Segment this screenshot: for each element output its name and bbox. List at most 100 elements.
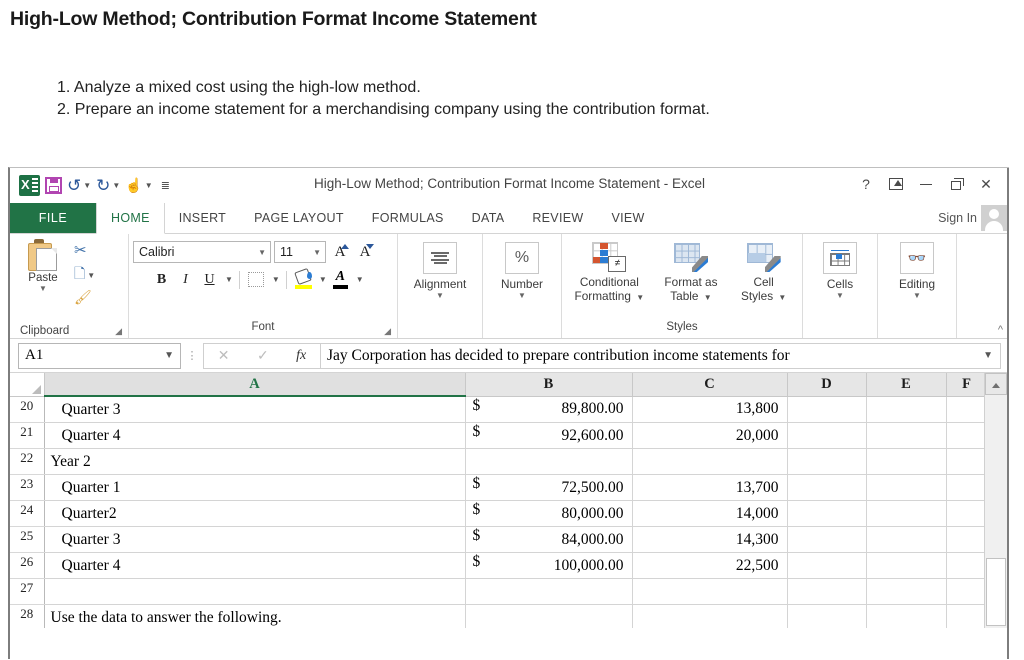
- avatar[interactable]: [981, 205, 1007, 231]
- cell-e23[interactable]: [866, 474, 947, 501]
- cell-e25[interactable]: [866, 526, 947, 553]
- tab-home[interactable]: HOME: [96, 203, 165, 234]
- row-header-28[interactable]: 28: [10, 604, 45, 628]
- row-header-25[interactable]: 25: [10, 526, 45, 553]
- cell-e24[interactable]: [866, 500, 947, 527]
- name-box[interactable]: A1 ▼: [18, 342, 181, 369]
- cell-e28[interactable]: [866, 604, 947, 628]
- borders-dropdown-icon[interactable]: ▼: [272, 271, 280, 288]
- formula-input[interactable]: Jay Corporation has decided to prepare c…: [321, 342, 1001, 369]
- cell-a22[interactable]: Year 2: [44, 448, 466, 475]
- cell-b28[interactable]: [465, 604, 633, 628]
- cell-d27[interactable]: [787, 578, 867, 605]
- sign-in-area[interactable]: Sign In: [938, 203, 1009, 233]
- row-header-27[interactable]: 27: [10, 578, 45, 605]
- minimize-icon[interactable]: [911, 173, 941, 195]
- cell-f22[interactable]: [946, 448, 988, 475]
- ribbon-display-options-icon[interactable]: [881, 173, 911, 195]
- cell-f23[interactable]: [946, 474, 988, 501]
- tab-formulas[interactable]: FORMULAS: [358, 203, 458, 233]
- number-button[interactable]: % Number ▼: [487, 236, 557, 300]
- cell-a25[interactable]: Quarter 3: [44, 526, 466, 553]
- paste-dropdown-icon[interactable]: ▼: [39, 284, 47, 293]
- cell-c24[interactable]: 14,000: [632, 500, 788, 527]
- copy-button[interactable]: 🗋 ▼: [74, 265, 95, 284]
- cell-e20[interactable]: [866, 396, 947, 423]
- cell-styles-button[interactable]: Cell Styles ▼: [732, 236, 796, 306]
- cell-b27[interactable]: [465, 578, 633, 605]
- alignment-dropdown-icon[interactable]: ▼: [436, 291, 444, 300]
- cell-d22[interactable]: [787, 448, 867, 475]
- font-color-button[interactable]: A: [330, 269, 351, 290]
- fill-color-dropdown-icon[interactable]: ▼: [319, 271, 327, 288]
- cell-f27[interactable]: [946, 578, 988, 605]
- cell-a20[interactable]: Quarter 3: [44, 396, 466, 423]
- underline-dropdown-icon[interactable]: ▼: [225, 271, 233, 288]
- editing-button[interactable]: 👓 Editing ▼: [886, 236, 948, 300]
- tab-page-layout[interactable]: PAGE LAYOUT: [240, 203, 358, 233]
- cell-f25[interactable]: [946, 526, 988, 553]
- format-as-table-dropdown-icon[interactable]: ▼: [704, 293, 712, 302]
- cell-b24[interactable]: $80,000.00: [465, 500, 633, 527]
- restore-icon[interactable]: [941, 173, 971, 195]
- cell-a26[interactable]: Quarter 4: [44, 552, 466, 579]
- scrollbar-thumb[interactable]: [986, 558, 1006, 626]
- cell-a24[interactable]: Quarter2: [44, 500, 466, 527]
- column-header-d[interactable]: D: [786, 373, 867, 397]
- cell-f28[interactable]: [946, 604, 988, 628]
- cell-c26[interactable]: 22,500: [632, 552, 788, 579]
- close-icon[interactable]: ✕: [971, 173, 1001, 195]
- cell-d23[interactable]: [787, 474, 867, 501]
- number-dropdown-icon[interactable]: ▼: [518, 291, 526, 300]
- row-header-20[interactable]: 20: [10, 396, 45, 423]
- format-as-table-button[interactable]: Format as Table ▼: [655, 236, 727, 306]
- cell-c28[interactable]: [632, 604, 788, 628]
- cell-styles-dropdown-icon[interactable]: ▼: [778, 293, 786, 302]
- cell-d24[interactable]: [787, 500, 867, 527]
- expand-formula-bar-icon[interactable]: ▼: [983, 350, 993, 361]
- cell-b21[interactable]: $92,600.00: [465, 422, 633, 449]
- italic-button[interactable]: I: [175, 269, 196, 290]
- cell-c23[interactable]: 13,700: [632, 474, 788, 501]
- cell-c27[interactable]: [632, 578, 788, 605]
- cell-b26[interactable]: $100,000.00: [465, 552, 633, 579]
- tab-file[interactable]: FILE: [10, 203, 96, 233]
- tab-insert[interactable]: INSERT: [165, 203, 240, 233]
- cell-d28[interactable]: [787, 604, 867, 628]
- decrease-font-size-button[interactable]: A: [354, 241, 376, 263]
- tab-data[interactable]: DATA: [458, 203, 519, 233]
- row-header-26[interactable]: 26: [10, 552, 45, 579]
- vertical-scrollbar[interactable]: [984, 373, 1007, 628]
- collapse-ribbon-icon[interactable]: ^: [998, 324, 1003, 336]
- font-color-dropdown-icon[interactable]: ▼: [356, 271, 364, 288]
- cell-f24[interactable]: [946, 500, 988, 527]
- alignment-button[interactable]: Alignment ▼: [405, 236, 475, 300]
- select-all-button[interactable]: [10, 373, 45, 397]
- underline-button[interactable]: U: [199, 269, 220, 290]
- cells-button[interactable]: Cells ▼: [811, 236, 869, 300]
- clipboard-dialog-launcher-icon[interactable]: ◢: [115, 326, 122, 337]
- borders-button[interactable]: [246, 269, 267, 290]
- cell-f26[interactable]: [946, 552, 988, 579]
- cell-a27[interactable]: [44, 578, 466, 605]
- cell-c20[interactable]: 13,800: [632, 396, 788, 423]
- tab-review[interactable]: REVIEW: [518, 203, 597, 233]
- column-header-e[interactable]: E: [865, 373, 947, 397]
- scroll-up-icon[interactable]: [985, 373, 1007, 395]
- enter-icon[interactable]: ✓: [257, 347, 269, 364]
- conditional-formatting-button[interactable]: ≠ Conditional Formatting ▼: [568, 236, 650, 306]
- cell-e27[interactable]: [866, 578, 947, 605]
- fill-color-button[interactable]: [293, 267, 314, 290]
- row-header-22[interactable]: 22: [10, 448, 45, 475]
- row-header-24[interactable]: 24: [10, 500, 45, 527]
- editing-dropdown-icon[interactable]: ▼: [913, 291, 921, 300]
- cell-b25[interactable]: $84,000.00: [465, 526, 633, 553]
- tab-view[interactable]: VIEW: [597, 203, 658, 233]
- name-box-chevron-down-icon[interactable]: ▼: [164, 350, 174, 361]
- cell-d25[interactable]: [787, 526, 867, 553]
- cell-c22[interactable]: [632, 448, 788, 475]
- insert-function-icon[interactable]: fx: [296, 348, 306, 364]
- help-icon[interactable]: ?: [851, 173, 881, 195]
- font-dialog-launcher-icon[interactable]: ◢: [384, 326, 391, 337]
- row-header-21[interactable]: 21: [10, 422, 45, 449]
